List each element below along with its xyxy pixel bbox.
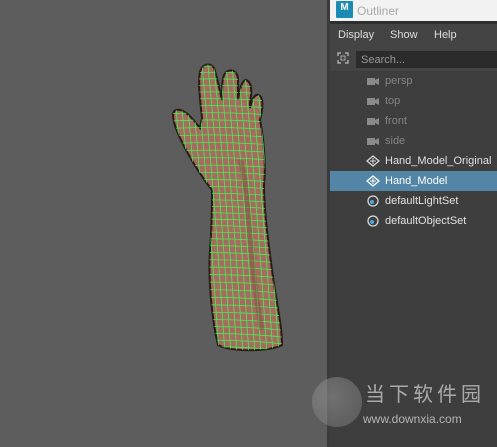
outliner-item-label: defaultLightSet	[385, 195, 459, 207]
watermark-name: 当下软件园	[365, 384, 485, 406]
title-bar[interactable]: M Outliner	[330, 0, 497, 21]
outliner-item-hand-model[interactable]: Hand_Model	[330, 171, 497, 191]
search-row	[330, 47, 497, 71]
watermark-url: www.downxia.com	[363, 412, 462, 426]
outliner-item-top[interactable]: top	[330, 91, 497, 111]
camera-icon	[367, 78, 379, 85]
wireframe-line	[173, 65, 282, 71]
outliner-item-label: persp	[385, 75, 413, 87]
filter-icon[interactable]	[337, 52, 349, 64]
outliner-item-label: front	[385, 115, 408, 127]
transform-node-icon	[366, 175, 380, 187]
menu-display[interactable]: Display	[338, 29, 374, 41]
window-title: Outliner	[357, 4, 400, 18]
watermark-logo	[312, 377, 362, 427]
outliner-item-front[interactable]: front	[330, 111, 497, 131]
wireframe-line	[165, 60, 290, 64]
outliner-item-default-light-set[interactable]: defaultLightSet	[330, 191, 497, 211]
outliner-item-label: defaultObjectSet	[385, 215, 467, 227]
outliner-item-label: top	[385, 95, 401, 107]
outliner-item-label: Hand_Model_Original	[385, 155, 492, 167]
outliner-item-persp[interactable]: persp	[330, 71, 497, 91]
menu-show[interactable]: Show	[390, 29, 418, 41]
camera-icon	[367, 98, 379, 105]
app-icon-letter: M	[340, 2, 349, 13]
outliner-item-label: side	[385, 135, 406, 147]
menu-help[interactable]: Help	[434, 29, 457, 41]
wireframe-line	[173, 64, 184, 351]
wireframe-line	[173, 64, 178, 351]
wireframe-line	[173, 64, 196, 351]
outliner-item-default-object-set[interactable]: defaultObjectSet	[330, 211, 497, 231]
camera-icon	[367, 118, 379, 125]
outliner-item-hand-model-original[interactable]: Hand_Model_Original	[330, 151, 497, 171]
wireframe-line	[176, 64, 202, 351]
menu-bar: Display Show Help	[330, 24, 497, 46]
outliner-item-label: Hand_Model	[385, 175, 448, 187]
object-set-icon	[367, 195, 379, 207]
hand-mesh[interactable]	[0, 0, 327, 447]
watermark: 当下软件园 www.downxia.com	[305, 372, 497, 447]
viewport[interactable]	[0, 0, 327, 447]
camera-icon	[367, 138, 379, 145]
wireframe-line	[173, 64, 190, 351]
wireframe-line	[147, 55, 171, 355]
maya-app-icon: M	[336, 1, 353, 18]
search-input[interactable]	[356, 51, 497, 68]
wireframe-line	[165, 353, 290, 357]
outliner-item-side[interactable]: side	[330, 131, 497, 151]
transform-node-icon	[366, 155, 380, 167]
object-set-icon	[367, 215, 379, 227]
